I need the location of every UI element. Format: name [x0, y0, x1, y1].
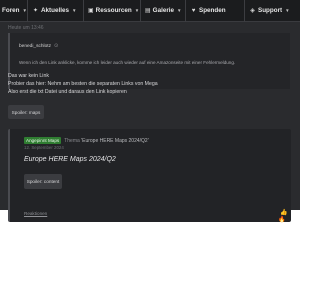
top-navigation: Foren ▼ ✦ Aktuelles ▼ ▣ Ressourcen ▼ ▤ Galerie… [0, 0, 300, 22]
nav-item-gallery[interactable]: ▤ Galerie ▼ [141, 0, 186, 22]
nav-item-label: Foren [2, 7, 20, 14]
post-text-line: Das war kein Link [8, 73, 49, 79]
embedded-header[interactable]: Angepinnt Maps Thema 'Europe HERE Maps 2… [24, 137, 149, 144]
nav-item-resources[interactable]: ▣ Ressourcen ▼ [84, 0, 141, 22]
quote-author-name: benedi_schlotz [19, 44, 52, 49]
chevron-down-icon: ▼ [177, 8, 182, 13]
quote-author[interactable]: benedi_schlotz ⊙ [19, 43, 58, 49]
box-icon: ▣ [88, 8, 94, 14]
nav-item-label: Spenden [199, 7, 226, 14]
fire-icon: 🔥 [278, 217, 286, 223]
spoiler-content-button[interactable]: Spoiler: content [24, 174, 62, 189]
post-text-line: Probier das hier: Nehm am besten die sep… [8, 81, 158, 87]
tag-icon: ◈ [250, 8, 255, 14]
donate-icon: ♥ [191, 7, 196, 14]
thread-title: 'Europe HERE Maps 2024/Q2' [81, 137, 149, 144]
quote-text: Wenn ich den Link anklicke, komme ich le… [19, 60, 236, 65]
nav-item-forums[interactable]: Foren ▼ [0, 0, 28, 22]
post-text-line: Also erst die txt Datei und daraus den L… [8, 89, 127, 95]
nav-item-donate[interactable]: ♥ Spenden [186, 0, 245, 22]
pinned-badge: Angepinnt Maps [24, 137, 62, 144]
chevron-down-icon: ▼ [72, 8, 77, 13]
jump-to-post-icon[interactable]: ⊙ [54, 43, 58, 49]
nav-item-label: Support [258, 7, 283, 14]
thumbs-up-icon: 👍 [280, 210, 288, 216]
embedded-heading: Europe HERE Maps 2024/Q2 [24, 156, 116, 163]
reaction-icons[interactable]: 👍🔥 [278, 209, 291, 223]
spoiler-maps-button[interactable]: Spoiler: maps [8, 105, 44, 119]
forum-frame: Foren ▼ ✦ Aktuelles ▼ ▣ Ressourcen ▼ ▤ Galerie… [0, 0, 300, 223]
reactions-link[interactable]: Reaktionen [24, 211, 47, 216]
chevron-down-icon: ▼ [134, 8, 140, 13]
nav-item-news[interactable]: ✦ Aktuelles ▼ [28, 0, 84, 22]
post-content: Heute um 13:46 benedi_schlotz ⊙ Wenn ich … [8, 22, 298, 223]
nav-item-label: Ressourcen [95, 7, 132, 14]
embedded-date: 12. September 2024 [24, 145, 64, 150]
chevron-down-icon: ▼ [285, 8, 290, 13]
thread-prefix: Thema [64, 137, 80, 144]
nav-item-label: Galerie [152, 7, 175, 14]
chevron-down-icon: ▼ [22, 8, 27, 13]
post-timestamp: Heute um 13:46 [8, 25, 44, 31]
nav-item-label: Aktuelles [41, 7, 69, 14]
gallery-icon: ▤ [145, 8, 151, 14]
sparkle-icon: ✦ [32, 8, 39, 14]
embedded-thread-preview: Angepinnt Maps Thema 'Europe HERE Maps 2… [8, 129, 291, 223]
nav-item-support[interactable]: ◈ Support ▼ [245, 0, 300, 22]
